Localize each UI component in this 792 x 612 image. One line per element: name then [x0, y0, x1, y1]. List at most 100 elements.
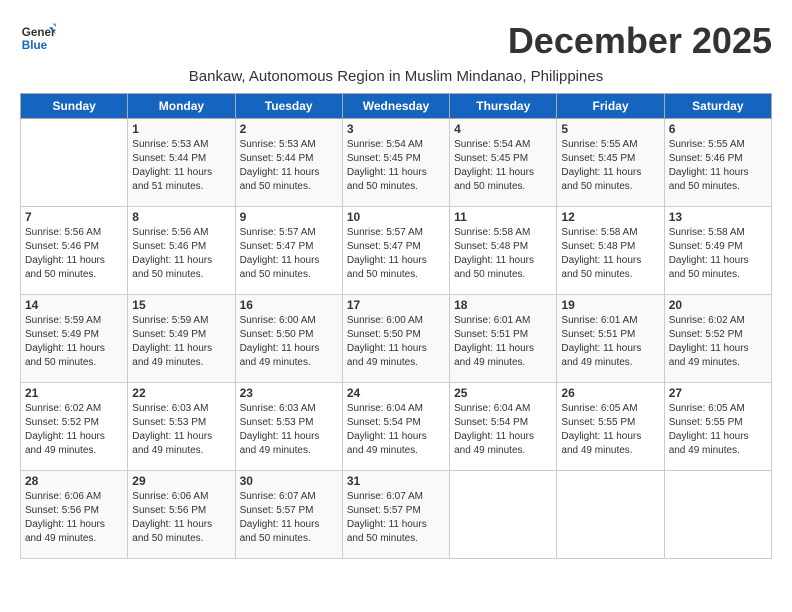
calendar-cell: 4 Sunrise: 5:54 AM Sunset: 5:45 PM Daylig… — [450, 119, 557, 207]
day-info: Sunrise: 6:00 AM Sunset: 5:50 PM Dayligh… — [240, 314, 338, 370]
day-number: 1 — [132, 122, 230, 136]
calendar-cell: 16Sunrise: 6:00 AM Sunset: 5:50 PM Dayli… — [235, 295, 342, 383]
day-info: Sunrise: 5:57 AM Sunset: 5:47 PM Dayligh… — [347, 226, 445, 282]
day-number: 28 — [25, 474, 123, 488]
calendar-cell: 26 Sunrise: 6:05 AM Sunset: 5:55 PM Dayli… — [557, 383, 664, 471]
day-number: 6 — [669, 122, 767, 136]
calendar-cell — [557, 471, 664, 559]
day-number: 22 — [132, 386, 230, 400]
calendar-cell: 8 Sunrise: 5:56 AM Sunset: 5:46 PM Daylig… — [128, 207, 235, 295]
weekday-header: Thursday — [450, 94, 557, 119]
day-info: Sunrise: 6:02 AM Sunset: 5:52 PM Dayligh… — [25, 402, 123, 458]
day-info: Sunrise: 6:06 AM Sunset: 5:56 PM Dayligh… — [132, 490, 230, 546]
day-number: 9 — [240, 210, 338, 224]
calendar-cell: 28 Sunrise: 6:06 AM Sunset: 5:56 PM Dayli… — [21, 471, 128, 559]
weekday-header: Tuesday — [235, 94, 342, 119]
page-header: General Blue December 2025 — [20, 20, 772, 62]
day-info: Sunrise: 5:53 AM Sunset: 5:44 PM Dayligh… — [132, 138, 230, 194]
day-info: Sunrise: 5:57 AM Sunset: 5:47 PM Dayligh… — [240, 226, 338, 282]
calendar-cell: 27Sunrise: 6:05 AM Sunset: 5:55 PM Dayli… — [664, 383, 771, 471]
calendar-week-row: 21 Sunrise: 6:02 AM Sunset: 5:52 PM Dayli… — [21, 383, 772, 471]
calendar-cell: 15Sunrise: 5:59 AM Sunset: 5:49 PM Dayli… — [128, 295, 235, 383]
calendar-cell: 25 Sunrise: 6:04 AM Sunset: 5:54 PM Dayli… — [450, 383, 557, 471]
weekday-header: Monday — [128, 94, 235, 119]
calendar-cell: 24 Sunrise: 6:04 AM Sunset: 5:54 PM Dayli… — [342, 383, 449, 471]
calendar-cell: 17 Sunrise: 6:00 AM Sunset: 5:50 PM Dayli… — [342, 295, 449, 383]
day-number: 14 — [25, 298, 123, 312]
calendar-cell: 9 Sunrise: 5:57 AM Sunset: 5:47 PM Daylig… — [235, 207, 342, 295]
svg-text:Blue: Blue — [22, 39, 48, 52]
day-number: 12 — [561, 210, 659, 224]
day-number: 11 — [454, 210, 552, 224]
day-info: Sunrise: 6:05 AM Sunset: 5:55 PM Dayligh… — [561, 402, 659, 458]
day-number: 23 — [240, 386, 338, 400]
day-number: 27 — [669, 386, 767, 400]
weekday-header: Sunday — [21, 94, 128, 119]
calendar-cell — [450, 471, 557, 559]
day-number: 13 — [669, 210, 767, 224]
day-number: 3 — [347, 122, 445, 136]
day-number: 15 — [132, 298, 230, 312]
day-number: 5 — [561, 122, 659, 136]
calendar-cell: 7 Sunrise: 5:56 AM Sunset: 5:46 PM Daylig… — [21, 207, 128, 295]
day-number: 7 — [25, 210, 123, 224]
weekday-header: Saturday — [664, 94, 771, 119]
calendar-cell: 20 Sunrise: 6:02 AM Sunset: 5:52 PM Dayli… — [664, 295, 771, 383]
calendar-cell: 2 Sunrise: 5:53 AM Sunset: 5:44 PM Daylig… — [235, 119, 342, 207]
calendar-week-row: 14 Sunrise: 5:59 AM Sunset: 5:49 PM Dayli… — [21, 295, 772, 383]
calendar-cell: 11Sunrise: 5:58 AM Sunset: 5:48 PM Dayli… — [450, 207, 557, 295]
day-number: 24 — [347, 386, 445, 400]
day-info: Sunrise: 6:04 AM Sunset: 5:54 PM Dayligh… — [347, 402, 445, 458]
day-number: 4 — [454, 122, 552, 136]
day-info: Sunrise: 5:56 AM Sunset: 5:46 PM Dayligh… — [132, 226, 230, 282]
calendar-cell — [664, 471, 771, 559]
calendar-cell: 18Sunrise: 6:01 AM Sunset: 5:51 PM Dayli… — [450, 295, 557, 383]
day-info: Sunrise: 6:06 AM Sunset: 5:56 PM Dayligh… — [25, 490, 123, 546]
calendar-cell: 13Sunrise: 5:58 AM Sunset: 5:49 PM Dayli… — [664, 207, 771, 295]
day-info: Sunrise: 6:00 AM Sunset: 5:50 PM Dayligh… — [347, 314, 445, 370]
calendar-cell: 22 Sunrise: 6:03 AM Sunset: 5:53 PM Dayli… — [128, 383, 235, 471]
logo: General Blue — [20, 20, 56, 56]
day-number: 25 — [454, 386, 552, 400]
calendar-cell: 21 Sunrise: 6:02 AM Sunset: 5:52 PM Dayli… — [21, 383, 128, 471]
day-info: Sunrise: 5:54 AM Sunset: 5:45 PM Dayligh… — [454, 138, 552, 194]
calendar-cell: 30Sunrise: 6:07 AM Sunset: 5:57 PM Dayli… — [235, 471, 342, 559]
day-info: Sunrise: 5:55 AM Sunset: 5:46 PM Dayligh… — [669, 138, 767, 194]
calendar-cell: 10 Sunrise: 5:57 AM Sunset: 5:47 PM Dayli… — [342, 207, 449, 295]
day-info: Sunrise: 6:04 AM Sunset: 5:54 PM Dayligh… — [454, 402, 552, 458]
day-info: Sunrise: 5:55 AM Sunset: 5:45 PM Dayligh… — [561, 138, 659, 194]
day-info: Sunrise: 5:54 AM Sunset: 5:45 PM Dayligh… — [347, 138, 445, 194]
day-number: 8 — [132, 210, 230, 224]
calendar-table: SundayMondayTuesdayWednesdayThursdayFrid… — [20, 93, 772, 559]
month-title: December 2025 — [508, 20, 772, 62]
day-number: 20 — [669, 298, 767, 312]
day-number: 18 — [454, 298, 552, 312]
day-number: 2 — [240, 122, 338, 136]
day-info: Sunrise: 5:59 AM Sunset: 5:49 PM Dayligh… — [25, 314, 123, 370]
calendar-cell: 19Sunrise: 6:01 AM Sunset: 5:51 PM Dayli… — [557, 295, 664, 383]
day-number: 17 — [347, 298, 445, 312]
day-info: Sunrise: 6:03 AM Sunset: 5:53 PM Dayligh… — [132, 402, 230, 458]
day-number: 29 — [132, 474, 230, 488]
day-info: Sunrise: 5:53 AM Sunset: 5:44 PM Dayligh… — [240, 138, 338, 194]
calendar-week-row: 1 Sunrise: 5:53 AM Sunset: 5:44 PM Daylig… — [21, 119, 772, 207]
calendar-cell: 1 Sunrise: 5:53 AM Sunset: 5:44 PM Daylig… — [128, 119, 235, 207]
calendar-cell: 6 Sunrise: 5:55 AM Sunset: 5:46 PM Daylig… — [664, 119, 771, 207]
day-info: Sunrise: 6:07 AM Sunset: 5:57 PM Dayligh… — [347, 490, 445, 546]
calendar-cell: 12 Sunrise: 5:58 AM Sunset: 5:48 PM Dayli… — [557, 207, 664, 295]
calendar-cell: 5 Sunrise: 5:55 AM Sunset: 5:45 PM Daylig… — [557, 119, 664, 207]
day-info: Sunrise: 5:58 AM Sunset: 5:48 PM Dayligh… — [561, 226, 659, 282]
logo-icon: General Blue — [20, 20, 56, 56]
day-info: Sunrise: 5:56 AM Sunset: 5:46 PM Dayligh… — [25, 226, 123, 282]
calendar-cell — [21, 119, 128, 207]
day-number: 21 — [25, 386, 123, 400]
calendar-cell: 29 Sunrise: 6:06 AM Sunset: 5:56 PM Dayli… — [128, 471, 235, 559]
calendar-week-row: 28 Sunrise: 6:06 AM Sunset: 5:56 PM Dayli… — [21, 471, 772, 559]
day-info: Sunrise: 6:02 AM Sunset: 5:52 PM Dayligh… — [669, 314, 767, 370]
weekday-header-row: SundayMondayTuesdayWednesdayThursdayFrid… — [21, 94, 772, 119]
day-number: 10 — [347, 210, 445, 224]
day-info: Sunrise: 6:01 AM Sunset: 5:51 PM Dayligh… — [561, 314, 659, 370]
day-number: 30 — [240, 474, 338, 488]
day-number: 26 — [561, 386, 659, 400]
calendar-cell: 31Sunrise: 6:07 AM Sunset: 5:57 PM Dayli… — [342, 471, 449, 559]
